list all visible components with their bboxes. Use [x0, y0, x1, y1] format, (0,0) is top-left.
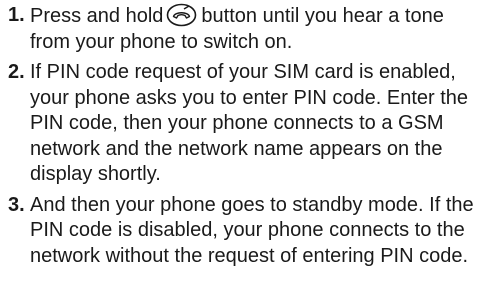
instruction-list: 1. Press and hold button until you hear …	[8, 3, 476, 274]
step-number: 3.	[8, 193, 25, 216]
step-number: 2.	[8, 61, 25, 83]
step-text: Press and hold button until you hear a t…	[30, 3, 476, 55]
end-call-power-icon	[166, 3, 197, 27]
step-text-part: Press and hold	[30, 5, 164, 27]
step-text: And then your phone goes to standby mode…	[30, 193, 474, 267]
step-2: 2. If PIN code request of your SIM card …	[8, 60, 476, 188]
step-text: If PIN code request of your SIM card is …	[30, 61, 469, 185]
step-3: 3. And then your phone goes to standby m…	[8, 193, 476, 270]
step-1: 1. Press and hold button until you hear …	[8, 3, 476, 55]
step-number: 1.	[8, 4, 25, 26]
